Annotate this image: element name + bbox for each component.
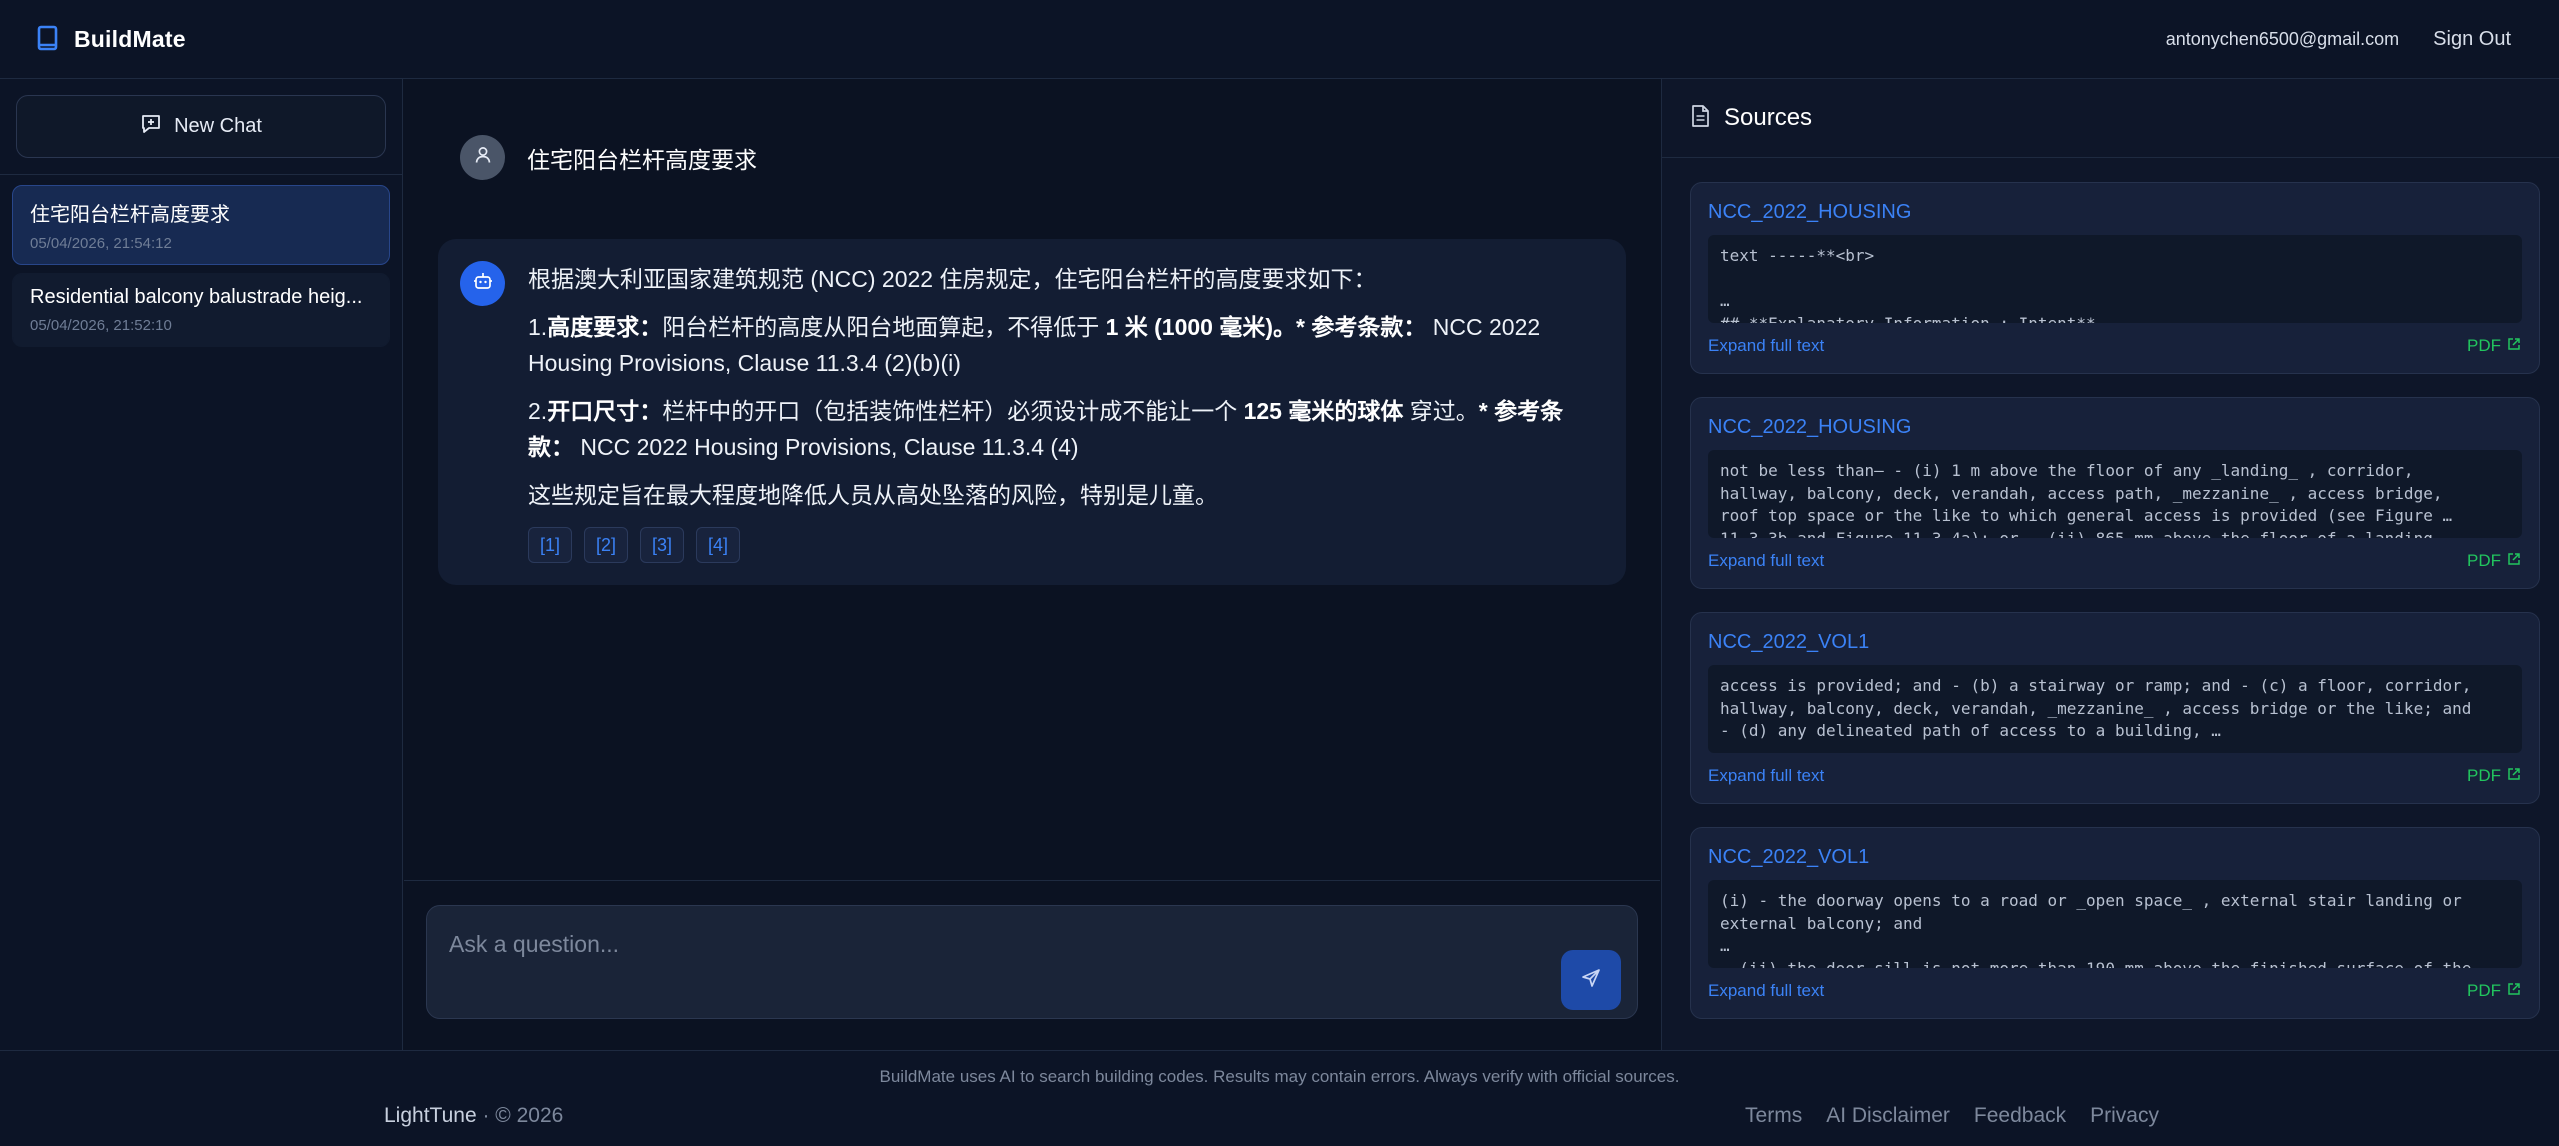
feedback-link[interactable]: Feedback bbox=[1974, 1104, 2066, 1128]
history-item-date: 05/04/2026, 21:54:12 bbox=[30, 235, 172, 252]
top-bar: BuildMate antonychen6500@gmail.com Sign … bbox=[0, 0, 2559, 79]
assistant-message-body: 根据澳大利亚国家建筑规范 (NCC) 2022 住房规定，住宅阳台栏杆的高度要求… bbox=[528, 261, 1604, 563]
source-name[interactable]: NCC_2022_HOUSING bbox=[1708, 201, 1911, 224]
answer-intro: 根据澳大利亚国家建筑规范 (NCC) 2022 住房规定，住宅阳台栏杆的高度要求… bbox=[528, 266, 1377, 292]
question-input[interactable] bbox=[449, 924, 1529, 964]
answer-item-1: 1.高度要求：阳台栏杆的高度从阳台地面算起，不得低于 1 米 (1000 毫米)… bbox=[528, 314, 1541, 376]
composer-area bbox=[404, 880, 1660, 1050]
source-card: NCC_2022_VOL1 access is provided; and - … bbox=[1690, 612, 2540, 804]
footer-links: Terms AI Disclaimer Feedback Privacy bbox=[1745, 1104, 2159, 1128]
sources-title: Sources bbox=[1724, 104, 1813, 131]
org-name: LightTune bbox=[384, 1104, 477, 1127]
new-chat-label: New Chat bbox=[174, 115, 262, 137]
source-snippet: (i) - the doorway opens to a road or _op… bbox=[1708, 880, 2522, 968]
copyright: LightTune · © 2026 bbox=[384, 1104, 563, 1128]
brand-name: BuildMate bbox=[74, 25, 186, 52]
expand-full-text-link[interactable]: Expand full text bbox=[1708, 551, 1824, 571]
bot-icon bbox=[472, 270, 494, 297]
sidebar: New Chat 住宅阳台栏杆高度要求 05/04/2026, 21:54:12… bbox=[0, 79, 403, 1050]
external-link-icon bbox=[2507, 981, 2521, 1001]
new-chat-icon bbox=[140, 113, 162, 141]
user-icon bbox=[473, 145, 493, 170]
user-email: antonychen6500@gmail.com bbox=[2165, 28, 2400, 49]
ai-disclaimer-link[interactable]: AI Disclaimer bbox=[1826, 1104, 1950, 1128]
sources-header: Sources bbox=[1662, 79, 2559, 158]
source-snippet: text -----**<br> … ## **Explanatory Info… bbox=[1708, 235, 2522, 323]
privacy-link[interactable]: Privacy bbox=[2090, 1104, 2159, 1128]
citation-link[interactable]: [4] bbox=[696, 527, 740, 563]
composer bbox=[426, 905, 1638, 1019]
terms-link[interactable]: Terms bbox=[1745, 1104, 1802, 1128]
new-chat-button[interactable]: New Chat bbox=[16, 95, 386, 158]
pdf-link[interactable]: PDF bbox=[2467, 981, 2521, 1001]
source-snippet: not be less than— - (i) 1 m above the fl… bbox=[1708, 450, 2522, 538]
history-item[interactable]: 住宅阳台栏杆高度要求 05/04/2026, 21:54:12 bbox=[12, 185, 390, 265]
assistant-avatar bbox=[460, 261, 505, 306]
document-icon bbox=[1690, 104, 1710, 133]
answer-outro: 这些规定旨在最大程度地降低人员从高处坠落的风险，特别是儿童。 bbox=[528, 482, 1218, 508]
history-item-date: 05/04/2026, 21:52:10 bbox=[30, 317, 172, 334]
source-card: NCC_2022_HOUSING not be less than— - (i)… bbox=[1690, 397, 2540, 589]
ai-disclaimer-text: BuildMate uses AI to search building cod… bbox=[879, 1067, 1680, 1086]
book-icon bbox=[36, 25, 60, 53]
source-name[interactable]: NCC_2022_VOL1 bbox=[1708, 846, 1869, 869]
chat-history-list: 住宅阳台栏杆高度要求 05/04/2026, 21:54:12 Resident… bbox=[0, 175, 402, 365]
expand-full-text-link[interactable]: Expand full text bbox=[1708, 766, 1824, 786]
copyright-year: · © 2026 bbox=[482, 1104, 564, 1127]
user-avatar bbox=[460, 135, 505, 180]
footer: BuildMate uses AI to search building cod… bbox=[0, 1050, 2559, 1146]
pdf-link[interactable]: PDF bbox=[2467, 551, 2521, 571]
source-snippet: access is provided; and - (b) a stairway… bbox=[1708, 665, 2522, 753]
citation-link[interactable]: [2] bbox=[584, 527, 628, 563]
sign-out-button[interactable]: Sign Out bbox=[2433, 28, 2511, 51]
external-link-icon bbox=[2507, 336, 2521, 356]
history-item[interactable]: Residential balcony balustrade heig... 0… bbox=[12, 273, 390, 347]
history-item-title: 住宅阳台栏杆高度要求 bbox=[30, 204, 230, 226]
source-name[interactable]: NCC_2022_HOUSING bbox=[1708, 416, 1911, 439]
send-button[interactable] bbox=[1561, 950, 1621, 1010]
user-message: 住宅阳台栏杆高度要求 bbox=[460, 135, 757, 180]
send-icon bbox=[1580, 967, 1602, 994]
source-name[interactable]: NCC_2022_VOL1 bbox=[1708, 631, 1869, 654]
pdf-link[interactable]: PDF bbox=[2467, 336, 2521, 356]
pdf-link[interactable]: PDF bbox=[2467, 766, 2521, 786]
expand-full-text-link[interactable]: Expand full text bbox=[1708, 336, 1824, 356]
external-link-icon bbox=[2507, 551, 2521, 571]
citation-link[interactable]: [3] bbox=[640, 527, 684, 563]
history-item-title: Residential balcony balustrade heig... bbox=[30, 286, 363, 308]
user-message-text: 住宅阳台栏杆高度要求 bbox=[527, 146, 757, 173]
expand-full-text-link[interactable]: Expand full text bbox=[1708, 981, 1824, 1001]
citation-list: [1] [2] [3] [4] bbox=[528, 527, 1604, 563]
answer-item-2: 2.开口尺寸：栏杆中的开口（包括装饰性栏杆）必须设计成不能让一个 125 毫米的… bbox=[528, 398, 1564, 460]
source-card: NCC_2022_HOUSING text -----**<br> … ## *… bbox=[1690, 182, 2540, 374]
assistant-message: 根据澳大利亚国家建筑规范 (NCC) 2022 住房规定，住宅阳台栏杆的高度要求… bbox=[438, 239, 1626, 585]
external-link-icon bbox=[2507, 766, 2521, 786]
citation-link[interactable]: [1] bbox=[528, 527, 572, 563]
source-card: NCC_2022_VOL1 (i) - the doorway opens to… bbox=[1690, 827, 2540, 1019]
chat-panel: 住宅阳台栏杆高度要求 根据澳大利亚国家建筑规范 (NCC) 2022 住房规定，… bbox=[404, 79, 1660, 1050]
sources-panel: Sources NCC_2022_HOUSING text -----**<br… bbox=[1661, 79, 2559, 1050]
brand[interactable]: BuildMate bbox=[36, 25, 186, 53]
